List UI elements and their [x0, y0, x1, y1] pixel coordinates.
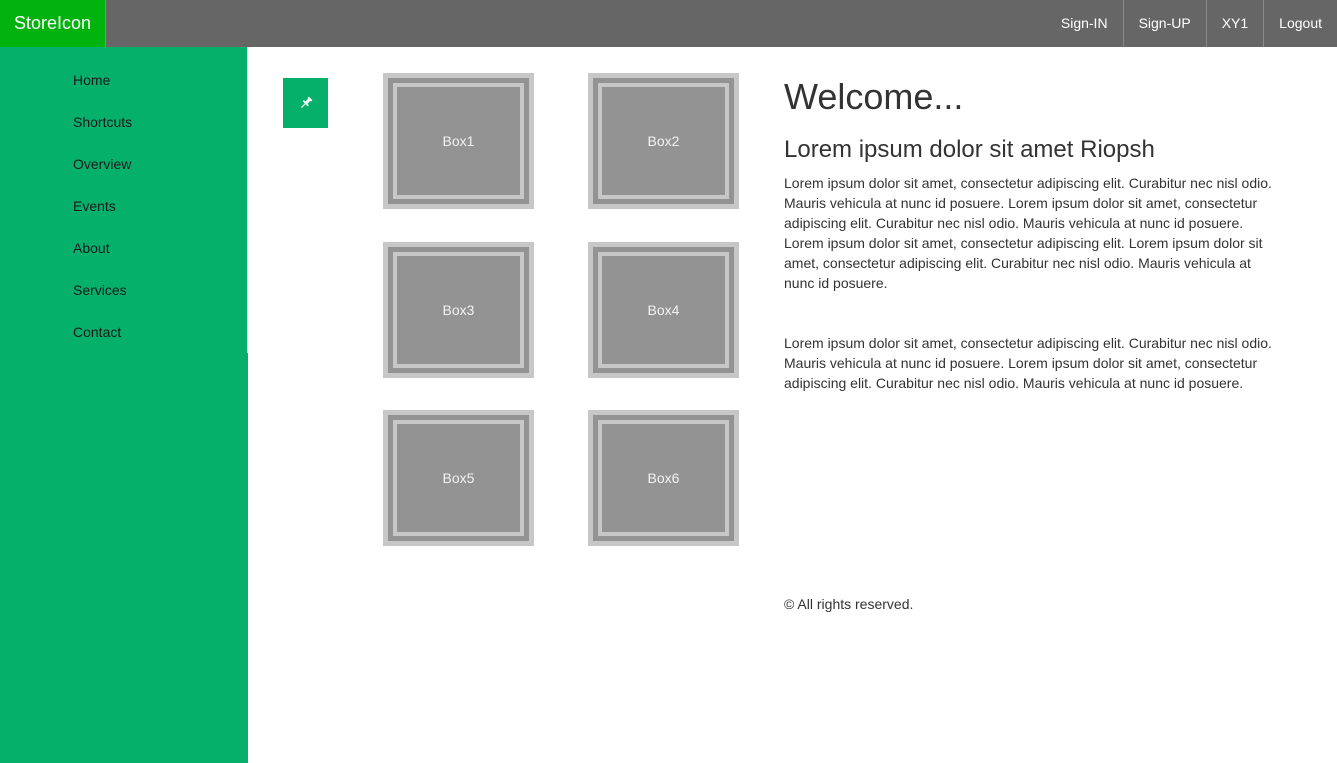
nav-sign-up-link[interactable]: Sign-UP [1122, 0, 1206, 47]
box-tile-1[interactable]: Box1 [383, 73, 534, 209]
sidebar-menu: Home Shortcuts Overview Events About Ser… [73, 69, 132, 363]
box-tile-4[interactable]: Box4 [588, 242, 739, 378]
top-nav-links: Sign-IN Sign-UP XY1 Logout [1046, 0, 1337, 47]
box-label: Box2 [602, 87, 725, 195]
box-label: Box4 [602, 256, 725, 364]
page-title: Welcome... [784, 76, 964, 117]
sidebar-item-contact[interactable]: Contact [73, 321, 132, 363]
footer-copyright: © All rights reserved. [784, 596, 914, 612]
pin-button[interactable] [283, 78, 328, 128]
box-label: Box6 [602, 424, 725, 532]
nav-sign-in-link[interactable]: Sign-IN [1046, 0, 1123, 47]
sidebar-item-home[interactable]: Home [73, 69, 132, 111]
box-tile-3[interactable]: Box3 [383, 242, 534, 378]
box-label: Box1 [397, 87, 520, 195]
sidebar-divider [247, 47, 248, 353]
sidebar-item-events[interactable]: Events [73, 195, 132, 237]
sidebar-item-services[interactable]: Services [73, 279, 132, 321]
pin-icon [300, 96, 312, 109]
sidebar-item-overview[interactable]: Overview [73, 153, 132, 195]
sidebar-item-about[interactable]: About [73, 237, 132, 279]
sidebar-item-shortcuts[interactable]: Shortcuts [73, 111, 132, 153]
body-paragraph: Lorem ipsum dolor sit amet, consectetur … [784, 335, 1272, 391]
box-tile-6[interactable]: Box6 [588, 410, 739, 546]
box-label: Box5 [397, 424, 520, 532]
page-subtitle: Lorem ipsum dolor sit amet Riopsh [784, 136, 1155, 163]
sidebar: Home Shortcuts Overview Events About Ser… [0, 47, 248, 763]
box-tile-2[interactable]: Box2 [588, 73, 739, 209]
nav-logout-link[interactable]: Logout [1263, 0, 1337, 47]
box-tile-5[interactable]: Box5 [383, 410, 534, 546]
top-navbar: StoreIcon Sign-IN Sign-UP XY1 Logout [0, 0, 1337, 47]
nav-xy1-link[interactable]: XY1 [1205, 0, 1263, 47]
intro-paragraph: Lorem ipsum dolor sit amet, consectetur … [784, 175, 1272, 291]
brand-logo-link[interactable]: StoreIcon [0, 0, 106, 47]
box-label: Box3 [397, 256, 520, 364]
